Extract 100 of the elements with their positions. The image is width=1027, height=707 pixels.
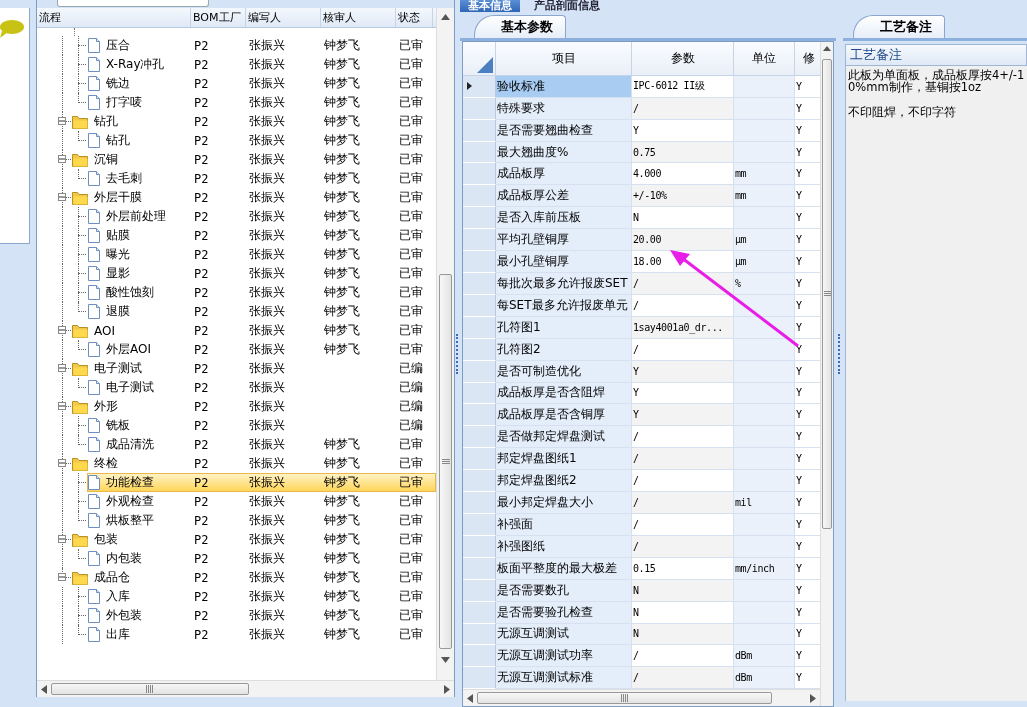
- column-header[interactable]: BOM工厂: [191, 8, 246, 27]
- table-cell-text: 钟梦飞: [323, 189, 361, 206]
- column-header[interactable]: 项目: [496, 42, 632, 75]
- folder-icon: [72, 190, 88, 205]
- input-field[interactable]: [57, 0, 209, 7]
- collapse-icon[interactable]: [58, 155, 66, 163]
- tab[interactable]: 基本参数: [474, 15, 566, 38]
- table-cell-text: P2: [193, 228, 210, 243]
- corner-icon: [477, 56, 493, 73]
- table-cell-text: 已审: [398, 265, 424, 282]
- table-cell-text: 钟梦飞: [323, 322, 361, 339]
- table-cell-text: 张振兴: [248, 151, 286, 168]
- folder-icon: [72, 399, 88, 414]
- scroll-left-icon[interactable]: [41, 684, 47, 694]
- document-icon: [88, 380, 100, 395]
- scroll-thumb[interactable]: [439, 274, 452, 649]
- table-cell: [734, 579, 795, 602]
- table-cell-text: 张振兴: [248, 170, 286, 187]
- document-icon: [88, 342, 100, 357]
- horizontal-scrollbar[interactable]: [463, 689, 820, 706]
- document-icon: [88, 627, 100, 642]
- column-header[interactable]: 流程: [37, 8, 191, 27]
- scroll-left-icon[interactable]: [467, 693, 473, 703]
- folder-icon: [72, 532, 88, 547]
- collapse-icon[interactable]: [58, 459, 66, 467]
- table-cell-text: 钟梦飞: [323, 170, 361, 187]
- tab[interactable]: 工艺备注: [853, 15, 945, 38]
- document-icon: [88, 608, 100, 623]
- collapse-icon[interactable]: [58, 326, 66, 334]
- collapse-icon[interactable]: [58, 193, 66, 201]
- scroll-thumb[interactable]: [51, 683, 249, 695]
- scroll-thumb[interactable]: [822, 59, 832, 529]
- table-cell-text: 已审: [398, 512, 424, 529]
- scroll-right-icon[interactable]: [810, 693, 816, 703]
- table-cell-text: 钟梦飞: [323, 227, 361, 244]
- scrollbar[interactable]: [820, 42, 833, 706]
- collapse-icon[interactable]: [58, 364, 66, 372]
- scroll-right-icon[interactable]: [444, 684, 450, 694]
- row-header[interactable]: [463, 75, 496, 98]
- table-cell: 无源互调测试标准: [496, 667, 632, 690]
- scroll-up-icon[interactable]: [441, 14, 450, 20]
- step-name: 压合: [106, 37, 130, 54]
- collapse-icon[interactable]: [58, 573, 66, 581]
- table-cell-text: 已审: [398, 94, 424, 111]
- table-cell-text: 钟梦飞: [323, 512, 361, 529]
- document-icon: [88, 171, 100, 186]
- table-cell-text: P2: [193, 532, 210, 547]
- scroll-thumb[interactable]: [477, 692, 772, 705]
- collapse-icon[interactable]: [58, 402, 66, 410]
- table-cell: 邦定焊盘图纸2: [496, 470, 632, 493]
- table-cell-text: 已审: [398, 322, 424, 339]
- table-cell-text: P2: [193, 399, 210, 414]
- table-cell-text: 张振兴: [248, 626, 286, 643]
- column-header[interactable]: 状态: [396, 8, 433, 27]
- table-cell: [734, 75, 795, 98]
- table-cell: [734, 360, 795, 383]
- column-header[interactable]: 核审人: [321, 8, 396, 27]
- table-cell-text: P2: [193, 456, 210, 471]
- horizontal-scrollbar[interactable]: [37, 680, 454, 697]
- document-icon: [88, 437, 100, 452]
- table-cell-text: 已审: [398, 436, 424, 453]
- table-cell-text: P2: [193, 380, 210, 395]
- table-cell-text: P2: [193, 570, 210, 585]
- table-cell: 最大翘曲度%: [496, 141, 632, 164]
- table-cell-text: P2: [193, 266, 210, 281]
- notes-header: 工艺备注: [845, 44, 1027, 66]
- table-cell: 成品板厚是否含阻焊: [496, 382, 632, 405]
- collapse-icon[interactable]: [58, 535, 66, 543]
- table-cell: +/-10%: [632, 185, 734, 208]
- table-cell-text: 钟梦飞: [323, 493, 361, 510]
- column-header[interactable]: 编写人: [246, 8, 321, 27]
- table-cell-text: 张振兴: [248, 132, 286, 149]
- table-cell-text: P2: [193, 114, 210, 129]
- table-cell-text: 张振兴: [248, 493, 286, 510]
- table-cell: /: [632, 535, 734, 558]
- scrollbar[interactable]: [436, 8, 454, 680]
- collapse-icon[interactable]: [58, 117, 66, 125]
- step-name: 入库: [106, 588, 130, 605]
- table-cell-text: P2: [193, 608, 210, 623]
- scroll-down-icon[interactable]: [441, 657, 450, 663]
- table-cell: 0.75: [632, 141, 734, 164]
- table-cell: 成品板厚: [496, 163, 632, 186]
- notes-field[interactable]: 此板为单面板，成品板厚按4+/-10%mm制作，基铜按1oz 不印阻焊，不印字符: [845, 66, 1027, 701]
- tab[interactable]: 产品剖面信息: [526, 0, 608, 12]
- tree-row[interactable]: 功能检查 P2 张振兴 钟梦飞 已审: [87, 473, 436, 492]
- step-name: 贴膜: [106, 227, 130, 244]
- table-cell-text: 钟梦飞: [323, 303, 361, 320]
- table-cell: 平均孔壁铜厚: [496, 229, 632, 252]
- speech-bubble-icon[interactable]: [0, 20, 24, 38]
- column-header[interactable]: 单位: [734, 42, 795, 75]
- document-icon: [88, 494, 100, 509]
- scroll-up-icon[interactable]: [823, 46, 831, 51]
- step-name: 电子测试: [106, 379, 154, 396]
- table-cell: /: [632, 426, 734, 449]
- table-cell-text: 已审: [398, 227, 424, 244]
- table-cell: 每SET最多允许报废单元: [496, 294, 632, 317]
- tab[interactable]: 基本信息: [460, 0, 520, 12]
- table-cell-text: P2: [193, 304, 210, 319]
- column-header[interactable]: 参数: [632, 42, 734, 75]
- document-icon: [88, 418, 100, 433]
